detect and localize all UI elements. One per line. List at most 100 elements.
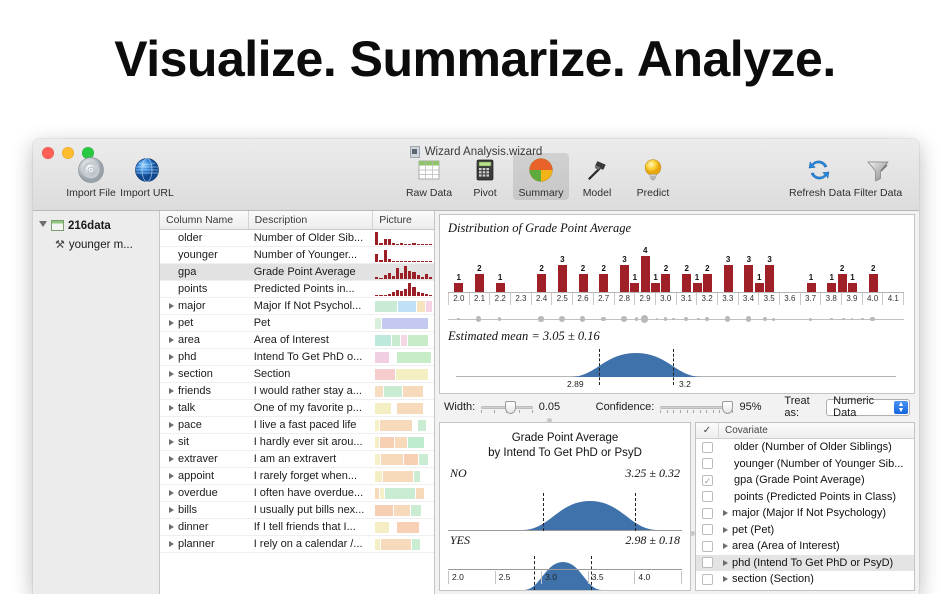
table-row[interactable]: pace I live a fast paced life — [160, 417, 434, 434]
chevron-right-icon[interactable] — [169, 320, 174, 326]
histogram-bar[interactable]: 2 — [474, 265, 484, 292]
chevron-right-icon[interactable] — [169, 507, 174, 513]
histogram-bar[interactable]: 1 — [651, 274, 661, 292]
list-item[interactable]: pet (Pet) — [696, 522, 914, 539]
checkbox[interactable] — [702, 458, 713, 470]
list-item[interactable]: ✓ gpa (Grade Point Average) — [696, 472, 914, 489]
list-item[interactable]: older (Number of Older Siblings) — [696, 439, 914, 456]
histogram-bar[interactable]: 2 — [682, 265, 692, 292]
checkbox[interactable] — [702, 573, 713, 585]
table-row[interactable]: section Section — [160, 366, 434, 383]
histogram-bar[interactable]: 1 — [692, 274, 702, 292]
table-row[interactable]: sit I hardly ever sit arou... — [160, 434, 434, 451]
histogram-bar[interactable]: 3 — [744, 256, 754, 292]
column-header-picture[interactable]: Picture — [373, 211, 434, 229]
sidebar-item-216data[interactable]: 216data — [33, 216, 159, 235]
chevron-right-icon[interactable] — [723, 559, 728, 566]
columns-table[interactable]: Column Name Description Picture older Num… — [160, 211, 435, 594]
table-row[interactable]: overdue I often have overdue... — [160, 485, 434, 502]
covariate-check-header[interactable]: ✓ — [696, 423, 719, 438]
histogram-bar[interactable]: 3 — [765, 256, 775, 292]
checkbox[interactable] — [702, 524, 713, 536]
list-item[interactable]: major (Major If Not Psychology) — [696, 505, 914, 522]
histogram-bar[interactable]: 3 — [620, 256, 629, 292]
sidebar-item-younger-m[interactable]: ⚒ younger m... — [33, 235, 159, 254]
table-row[interactable]: pet Pet — [160, 315, 434, 332]
list-item[interactable]: section (Section) — [696, 571, 914, 588]
histogram-bar[interactable]: 2 — [702, 265, 712, 292]
histogram-bar[interactable]: 1 — [848, 274, 857, 292]
table-row[interactable]: dinner If I tell friends that I... — [160, 519, 434, 536]
checkbox[interactable] — [702, 557, 713, 569]
chevron-right-icon[interactable] — [723, 576, 728, 583]
table-row[interactable]: bills I usually put bills nex... — [160, 502, 434, 519]
chevron-up-down-icon[interactable]: ▲ ▼ — [894, 400, 908, 414]
chevron-right-icon[interactable] — [169, 490, 174, 496]
chevron-right-icon[interactable] — [169, 439, 174, 445]
toolbar-button-summary[interactable]: Summary — [513, 153, 569, 200]
histogram-bar[interactable]: 1 — [630, 274, 640, 292]
chevron-right-icon[interactable] — [169, 473, 174, 479]
table-row[interactable]: older Number of Older Sib... — [160, 230, 434, 247]
checkbox[interactable] — [702, 507, 713, 519]
list-item[interactable]: phd (Intend To Get PhD or PsyD) — [696, 554, 914, 571]
chevron-right-icon[interactable] — [169, 371, 174, 377]
chevron-down-icon[interactable] — [39, 221, 47, 230]
histogram-bar[interactable]: 1 — [495, 274, 505, 292]
histogram-bar[interactable]: 2 — [578, 265, 588, 292]
histogram-bar[interactable]: 1 — [806, 274, 816, 292]
histogram-bar[interactable]: 2 — [868, 265, 878, 292]
histogram-bar[interactable]: 2 — [537, 265, 547, 292]
confidence-slider[interactable] — [660, 401, 734, 414]
dot-plot[interactable] — [448, 311, 904, 327]
checkbox[interactable] — [702, 491, 713, 503]
toolbar-button-pivot[interactable]: Pivot — [457, 153, 513, 200]
chevron-right-icon[interactable] — [169, 422, 174, 428]
checkbox[interactable] — [702, 540, 713, 552]
table-row[interactable]: appoint I rarely forget when... — [160, 468, 434, 485]
checkbox[interactable]: ✓ — [702, 474, 713, 486]
chevron-right-icon[interactable] — [169, 354, 174, 360]
table-row[interactable]: planner I rely on a calendar /... — [160, 536, 434, 553]
checkbox[interactable] — [702, 441, 713, 453]
chevron-right-icon[interactable] — [169, 337, 174, 343]
chevron-right-icon[interactable] — [169, 388, 174, 394]
toolbar-button-import-url[interactable]: Import URL — [119, 153, 175, 200]
table-row[interactable]: talk One of my favorite p... — [160, 400, 434, 417]
table-row[interactable]: major Major If Not Psychol... — [160, 298, 434, 315]
histogram-bar[interactable]: 1 — [754, 274, 764, 292]
column-header-description[interactable]: Description — [249, 211, 374, 229]
chevron-right-icon[interactable] — [169, 524, 174, 530]
histogram-bar[interactable]: 2 — [599, 265, 609, 292]
histogram-bar[interactable]: 2 — [837, 265, 847, 292]
toolbar-button-filter-data[interactable]: Filter Data — [849, 153, 907, 200]
histogram-bar[interactable]: 4 — [640, 247, 650, 292]
table-row[interactable]: gpa Grade Point Average — [160, 264, 434, 281]
covariate-name-header[interactable]: Covariate — [719, 423, 768, 438]
histogram-bar[interactable]: 3 — [723, 256, 733, 292]
histogram-bar[interactable]: 1 — [454, 274, 464, 292]
chevron-right-icon[interactable] — [169, 405, 174, 411]
chevron-right-icon[interactable] — [169, 541, 174, 547]
list-item[interactable]: area (Area of Interest) — [696, 538, 914, 555]
chevron-right-icon[interactable] — [723, 543, 728, 550]
table-row[interactable]: friends I would rather stay a... — [160, 383, 434, 400]
histogram-bar[interactable]: 3 — [557, 256, 567, 292]
width-slider[interactable] — [481, 401, 533, 414]
chevron-right-icon[interactable] — [169, 456, 174, 462]
histogram-bar[interactable]: 2 — [661, 265, 671, 292]
toolbar-button-raw-data[interactable]: Raw Data — [401, 153, 457, 200]
list-item[interactable]: younger (Number of Younger Sib... — [696, 456, 914, 473]
table-row[interactable]: extraver I am an extravert — [160, 451, 434, 468]
table-row[interactable]: points Predicted Points in... — [160, 281, 434, 298]
panel-resize-handle-top[interactable] — [547, 418, 552, 423]
list-item[interactable]: points (Predicted Points in Class) — [696, 489, 914, 506]
table-row[interactable]: phd Intend To Get PhD o... — [160, 349, 434, 366]
chevron-right-icon[interactable] — [169, 303, 174, 309]
column-header-name[interactable]: Column Name — [160, 211, 249, 229]
table-row[interactable]: younger Number of Younger... — [160, 247, 434, 264]
treat-as-dropdown[interactable]: Numeric Data ▲ ▼ — [826, 395, 910, 419]
histogram[interactable]: 121232231412212331311212 — [448, 237, 904, 292]
histogram-bar[interactable]: 1 — [827, 274, 837, 292]
table-row[interactable]: area Area of Interest — [160, 332, 434, 349]
